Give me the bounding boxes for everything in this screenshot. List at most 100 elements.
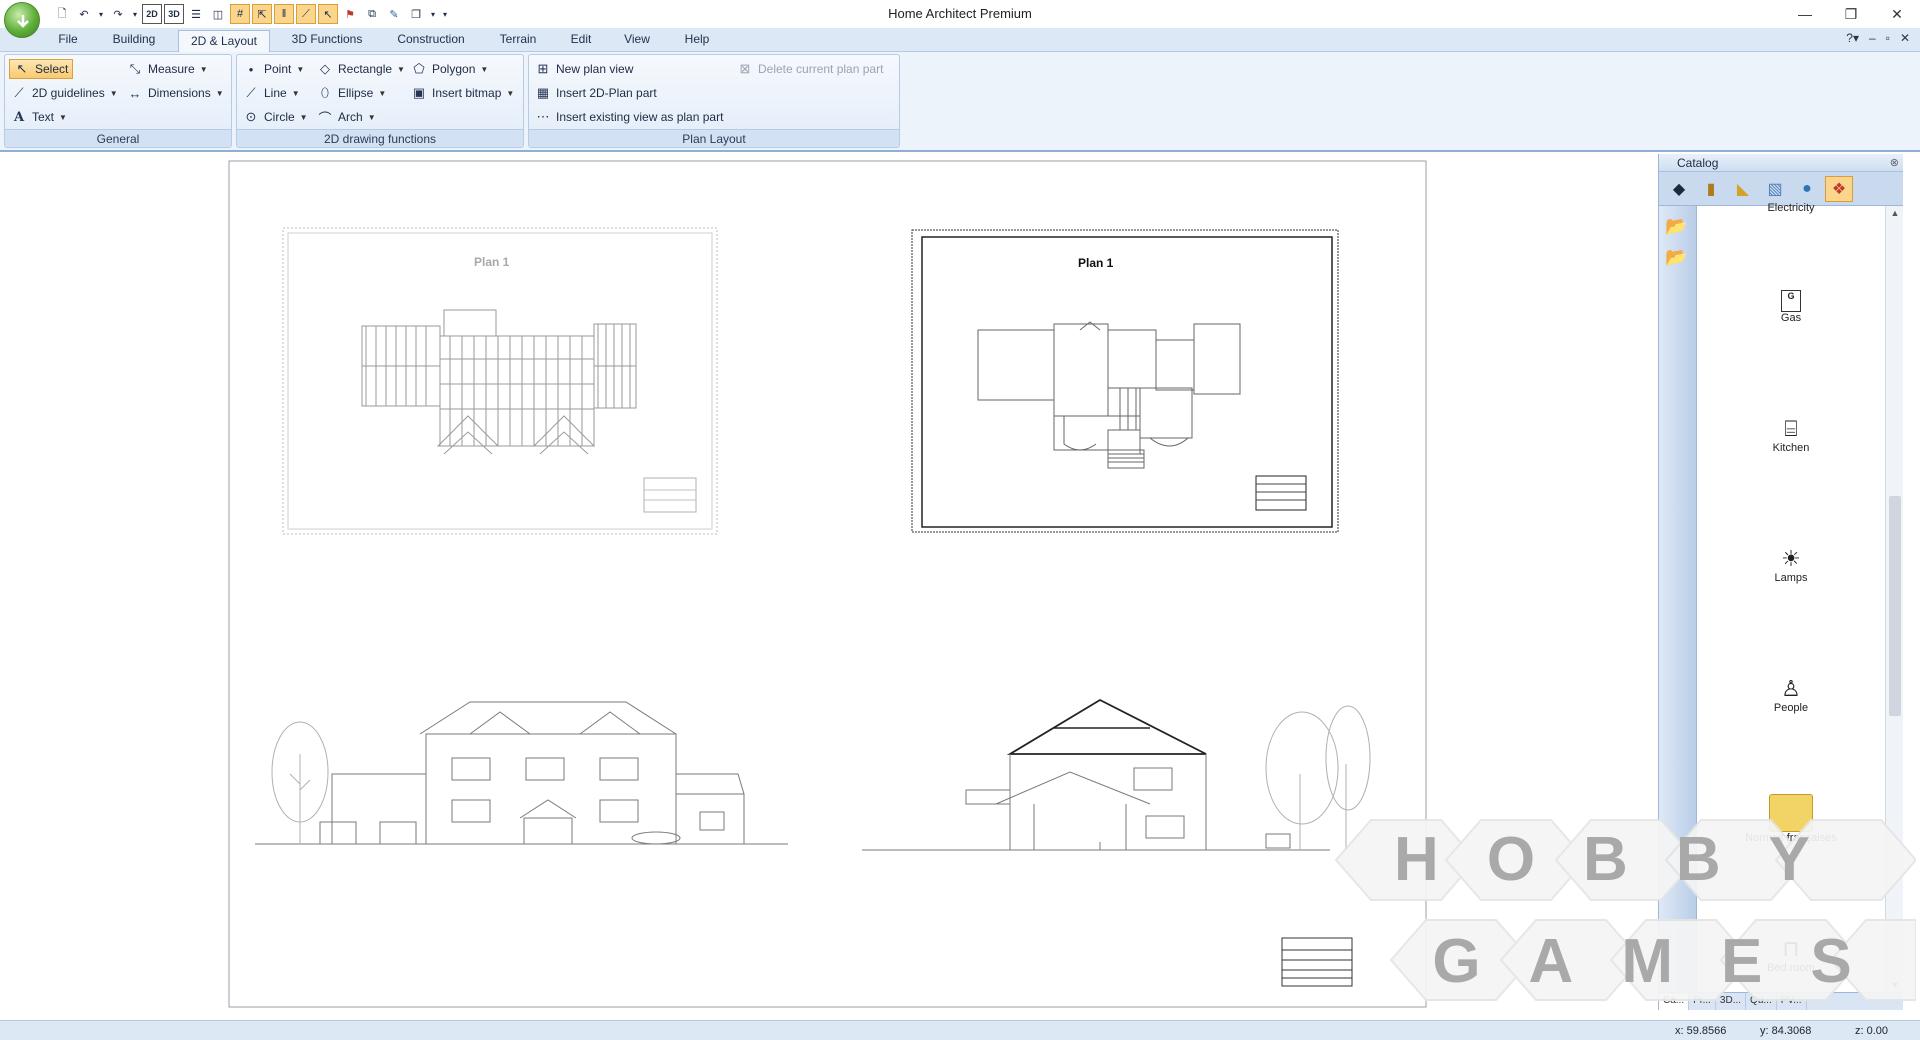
panel-tab-3d[interactable]: 3D... — [1716, 993, 1747, 1010]
folder-icon[interactable]: 📂 — [1665, 247, 1696, 268]
tab-building[interactable]: Building — [104, 32, 164, 52]
measure-button[interactable]: ⤡ Measure ▼ — [127, 59, 208, 79]
status-y-coordinate: y: 84.3068 — [1760, 1025, 1812, 1037]
point-button[interactable]: • Point ▼ — [243, 59, 305, 79]
catalog-item-lamps[interactable]: ☀ Lamps — [1697, 528, 1885, 584]
split-vertical-icon[interactable]: ◫ — [208, 4, 228, 24]
text-icon: A — [13, 109, 25, 125]
guidelines-button[interactable]: ⟋ 2D guidelines ▼ — [11, 83, 117, 103]
undo-dropdown-icon[interactable]: ▾ — [96, 4, 106, 24]
ribbon-close-icon[interactable]: ✕ — [1900, 31, 1910, 45]
minimize-icon[interactable]: — — [1782, 0, 1828, 28]
ribbon: ↖ Select ⤡ Measure ▼ ⟋ 2D guidelines ▼ ↔ Dimen… — [0, 52, 1920, 152]
view-2d-button[interactable]: 2D — [142, 4, 162, 24]
delete-plan-part-button[interactable]: ⊠ Delete current plan part — [737, 59, 884, 79]
arch-button[interactable]: ⌒ Arch ▼ — [317, 107, 375, 127]
new-plan-view-icon: ⊞ — [537, 61, 549, 76]
folder-icon — [1769, 794, 1813, 832]
ellipse-icon: ⬯ — [320, 85, 330, 100]
undo-icon[interactable]: ↶ — [74, 4, 94, 24]
catalog-item-kitchen[interactable]: ⌸ Kitchen — [1697, 398, 1885, 454]
copy-dropdown-icon[interactable]: ▾ — [428, 4, 438, 24]
split-horizontal-icon[interactable]: ☰ — [186, 4, 206, 24]
snap-angle-icon[interactable]: ⟋ — [296, 4, 316, 24]
snap-lines-icon[interactable]: ‖ — [274, 4, 294, 24]
scroll-down-icon[interactable]: ▼ — [1889, 980, 1901, 990]
new-plan-view-button[interactable]: ⊞ New plan view — [535, 59, 634, 79]
brush-icon[interactable]: ✎ — [384, 4, 404, 24]
catalog-tab-walls-icon[interactable]: ◆ — [1665, 176, 1693, 202]
insert-existing-view-button[interactable]: ⋯ Insert existing view as plan part — [535, 107, 724, 127]
layers-icon[interactable]: ⧉ — [362, 4, 382, 24]
text-button[interactable]: A Text ▼ — [11, 107, 67, 127]
panel-tab-quantity[interactable]: Qu... — [1746, 993, 1777, 1010]
folder-icon[interactable]: 📂 — [1665, 216, 1696, 237]
catalog-item-normes-francaises[interactable]: Normes françaises — [1697, 788, 1885, 844]
view-3d-button[interactable]: 3D — [164, 4, 184, 24]
catalog-scrollbar[interactable]: ▲ ▼ — [1885, 206, 1903, 992]
pin-icon[interactable]: ⊗ — [1890, 156, 1899, 169]
select-button[interactable]: ↖ Select — [9, 59, 74, 79]
insert-2d-plan-part-button[interactable]: ▦ Insert 2D-Plan part — [535, 83, 657, 103]
tab-help[interactable]: Help — [680, 32, 714, 52]
catalog-item-people[interactable]: ♙ People — [1697, 658, 1885, 714]
redo-dropdown-icon[interactable]: ▾ — [130, 4, 140, 24]
tab-edit[interactable]: Edit — [566, 32, 596, 52]
scroll-up-icon[interactable]: ▲ — [1889, 208, 1901, 218]
redo-icon[interactable]: ↷ — [108, 4, 128, 24]
rectangle-button[interactable]: ◇ Rectangle ▼ — [317, 59, 405, 79]
tab-3d-functions[interactable]: 3D Functions — [284, 32, 370, 52]
catalog-folder-tree: 📂 📂 — [1659, 206, 1697, 992]
catalog-tab-objects-icon[interactable]: ❖ — [1825, 176, 1853, 202]
circle-button[interactable]: ⊙ Circle ▼ — [243, 107, 308, 127]
catalog-tab-doors-icon[interactable]: ▮ — [1697, 176, 1725, 202]
tab-view[interactable]: View — [620, 32, 654, 52]
panel-tabs: Ca... Pr... 3D... Qu... PV... — [1659, 992, 1903, 1010]
layout-sheet — [228, 160, 1427, 1008]
catalog-item-bed-room[interactable]: ⊓ Bed room — [1697, 918, 1885, 974]
kitchen-icon: ⌸ — [1784, 416, 1798, 441]
polygon-button[interactable]: ⬠ Polygon ▼ — [411, 59, 488, 79]
catalog-tab-textures-icon[interactable]: ▧ — [1761, 176, 1789, 202]
catalog-item-electricity[interactable]: Electricity — [1697, 202, 1885, 214]
tab-terrain[interactable]: Terrain — [494, 32, 542, 52]
flag-icon[interactable]: ⚑ — [340, 4, 360, 24]
drawing-canvas[interactable]: Plan 1 Plan 1 — [0, 154, 1656, 1010]
scroll-thumb[interactable] — [1889, 496, 1901, 716]
help-icon[interactable]: ?▾ — [1846, 31, 1859, 45]
application-menu-button[interactable] — [4, 2, 40, 38]
ribbon-restore-icon[interactable]: ▫ — [1886, 31, 1890, 45]
tab-construction[interactable]: Construction — [390, 32, 472, 52]
new-file-icon[interactable]: 🗋 — [52, 4, 72, 24]
status-bar: x: 59.8566 y: 84.3068 z: 0.00 — [0, 1020, 1920, 1040]
grid-icon[interactable]: # — [230, 4, 250, 24]
ellipse-button[interactable]: ⬯ Ellipse ▼ — [317, 83, 386, 103]
group-title-drawing: 2D drawing functions — [237, 129, 523, 147]
polygon-icon: ⬠ — [413, 61, 425, 76]
measure-icon: ⤡ — [129, 61, 141, 76]
catalog-tab-floors-icon[interactable]: ◣ — [1729, 176, 1757, 202]
plan-layout-drawing: Plan 1 Plan 1 — [228, 160, 1427, 1008]
customize-toolbar-icon[interactable]: ▾ — [440, 4, 450, 24]
catalog-category-tabs: ◆ ▮ ◣ ▧ ● ❖ — [1659, 172, 1903, 206]
catalog-panel: Catalog ⊗ ◆ ▮ ◣ ▧ ● ❖ 📂 📂 Electricity G … — [1658, 154, 1903, 1010]
ribbon-minimize-icon[interactable]: – — [1869, 31, 1876, 45]
copy-icon[interactable]: ❐ — [406, 4, 426, 24]
close-icon[interactable]: ✕ — [1874, 0, 1920, 28]
catalog-item-gas[interactable]: G Gas — [1697, 268, 1885, 324]
insert-bitmap-button[interactable]: ▣ Insert bitmap ▼ — [411, 83, 514, 103]
plan-right-title: Plan 1 — [1078, 256, 1114, 270]
line-button[interactable]: ⟋ Line ▼ — [243, 83, 299, 103]
circle-icon: ⊙ — [245, 109, 257, 124]
tab-2d-layout[interactable]: 2D & Layout — [178, 30, 270, 53]
dimensions-button[interactable]: ↔ Dimensions ▼ — [127, 83, 224, 103]
ribbon-group-drawing: • Point ▼ ◇ Rectangle ▼ ⬠ Polygon ▼ ⟋ Line ▼ ⬯ El… — [236, 54, 524, 148]
cursor-icon[interactable]: ↖ — [318, 4, 338, 24]
panel-tab-project[interactable]: Pr... — [1689, 993, 1716, 1010]
snap-cursor-icon[interactable]: ⇱ — [252, 4, 272, 24]
panel-tab-catalog[interactable]: Ca... — [1659, 993, 1690, 1010]
panel-tab-pv[interactable]: PV... — [1777, 993, 1807, 1010]
catalog-tab-globe-icon[interactable]: ● — [1793, 176, 1821, 202]
maximize-icon[interactable]: ❐ — [1828, 0, 1874, 28]
tab-file[interactable]: File — [52, 32, 84, 52]
